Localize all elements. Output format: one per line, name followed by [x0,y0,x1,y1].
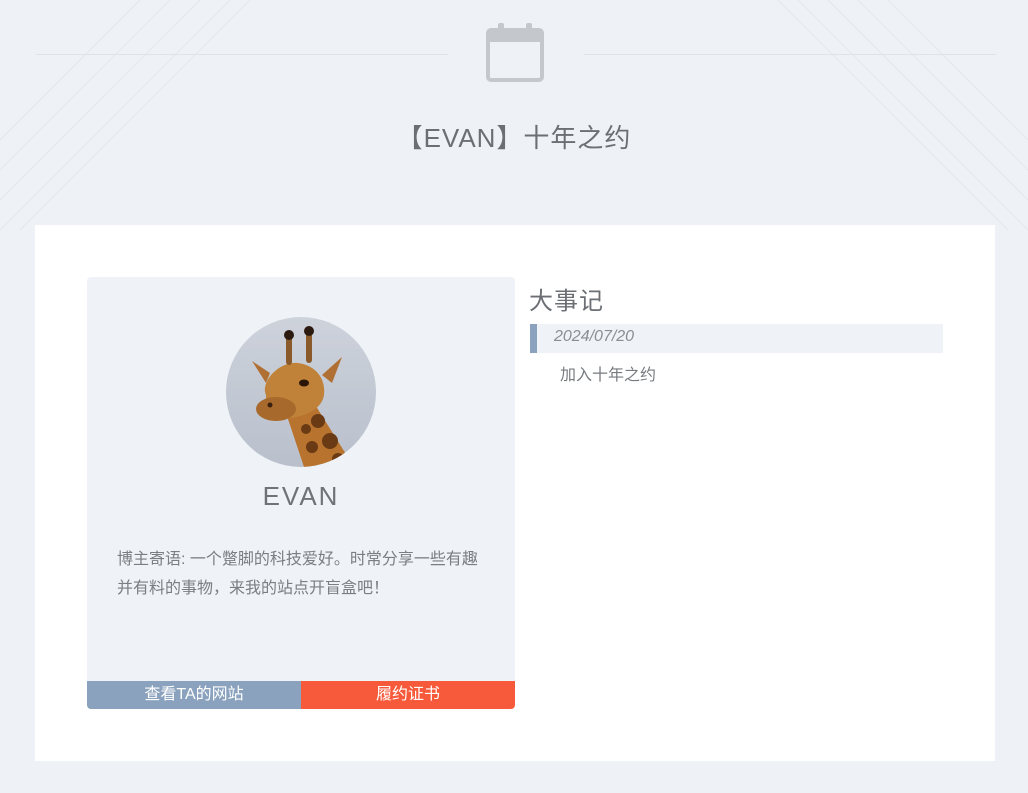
giraffe-avatar-icon [226,317,376,467]
header-divider-left [36,54,448,55]
view-site-button[interactable]: 查看TA的网站 [87,681,301,709]
events-title: 大事记 [529,288,604,315]
event-date-bar: 2024/07/20 [530,324,943,353]
page-title: 【EVAN】十年之约 [396,123,632,153]
event-description: 加入十年之约 [560,367,657,384]
main-card: EVAN 博主寄语: 一个蹩脚的科技爱好。时常分享一些有趣并有料的事物，来我的站… [35,225,995,761]
profile-name: EVAN [262,481,340,511]
page-header: 【EVAN】十年之约 [0,0,1028,224]
profile-card: EVAN 博主寄语: 一个蹩脚的科技爱好。时常分享一些有趣并有料的事物，来我的站… [87,277,515,709]
event-date: 2024/07/20 [554,328,635,345]
event-date-accent [530,324,537,353]
calendar-icon [486,23,544,82]
header-divider-right [584,54,996,55]
profile-bio: 博主寄语: 一个蹩脚的科技爱好。时常分享一些有趣并有料的事物，来我的站点开盲盒吧… [117,551,478,597]
avatar[interactable] [226,317,376,467]
certificate-button[interactable]: 履约证书 [301,681,515,709]
